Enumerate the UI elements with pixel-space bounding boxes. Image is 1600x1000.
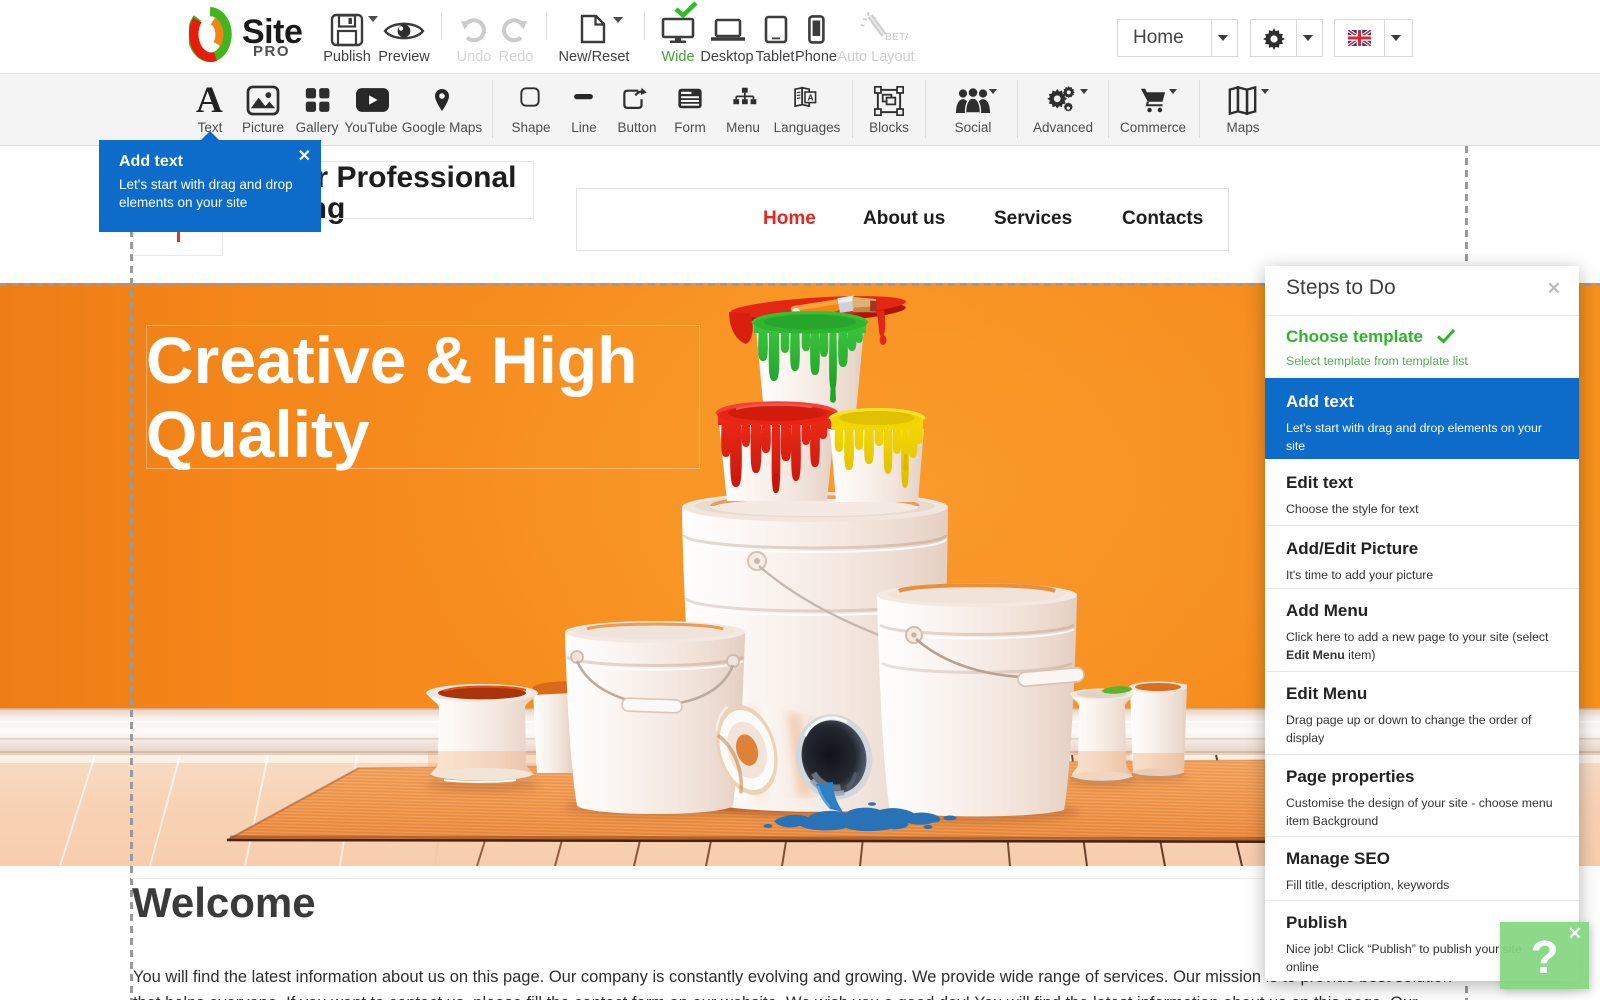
svg-text:BETA: BETA: [885, 31, 908, 43]
svg-text:A: A: [807, 92, 813, 102]
